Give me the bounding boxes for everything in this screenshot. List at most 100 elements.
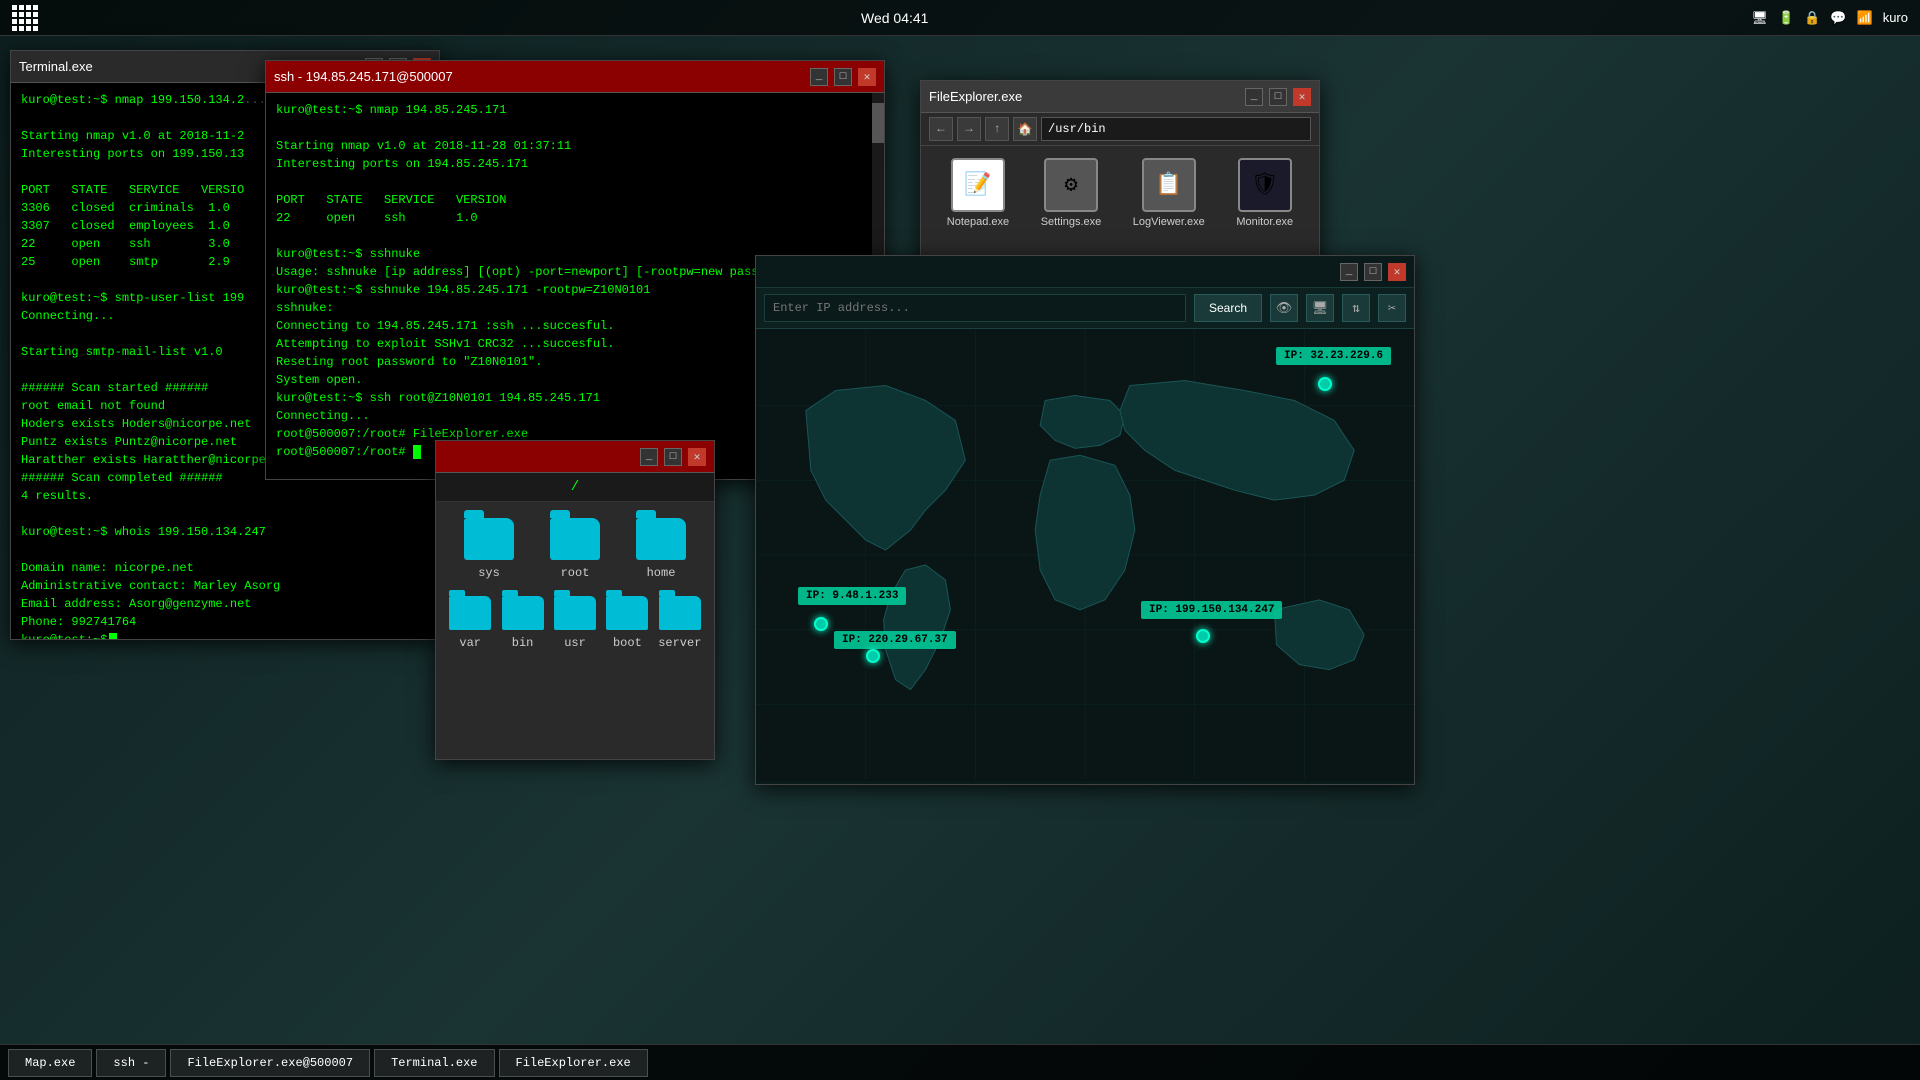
- fe-logviewer-label: LogViewer.exe: [1133, 216, 1205, 228]
- ip-dot-1: [1318, 377, 1332, 391]
- fe-folder-boot-label: boot: [613, 636, 642, 650]
- map-ip-input[interactable]: [764, 294, 1186, 322]
- fe-item-notepad[interactable]: 📝 Notepad.exe: [947, 158, 1009, 228]
- ssh-maximize[interactable]: □: [834, 68, 852, 86]
- fe-folder-home-label: home: [647, 566, 676, 580]
- ssh-close[interactable]: ✕: [858, 68, 876, 86]
- folder-icon-root: [550, 518, 600, 560]
- taskbar-btn-ssh[interactable]: ssh -: [96, 1049, 166, 1077]
- fe-main-title: FileExplorer.exe: [929, 89, 1022, 104]
- fe-folder-boot[interactable]: boot: [605, 596, 649, 650]
- map-titlebar[interactable]: _ □ ✕: [756, 256, 1414, 288]
- map-maximize[interactable]: □: [1364, 263, 1382, 281]
- ssh-scrollbar-thumb[interactable]: [872, 103, 884, 143]
- taskbar-btn-terminal[interactable]: Terminal.exe: [374, 1049, 494, 1077]
- map-screen-btn[interactable]: 🖥: [1306, 294, 1334, 322]
- fe-main-controls[interactable]: _ □ ✕: [1245, 88, 1311, 106]
- settings-icon: ⚙: [1044, 158, 1098, 212]
- ssh-line-7: 22 open ssh 1.0: [276, 209, 874, 227]
- ssh-controls[interactable]: _ □ ✕: [810, 68, 876, 86]
- fe-main-close[interactable]: ✕: [1293, 88, 1311, 106]
- terminal-line-25: kuro@test:~$ whois 199.150.134.247: [21, 523, 429, 541]
- fe-top-folder-grid: sys root home: [436, 502, 714, 596]
- ssh-minimize[interactable]: _: [810, 68, 828, 86]
- fe-main-toolbar: ← → ↑ 🏠: [921, 113, 1319, 146]
- fe-item-logviewer[interactable]: 📋 LogViewer.exe: [1133, 158, 1205, 228]
- map-toolbar: Search 👁 🖥 ⇅ ✂: [756, 288, 1414, 329]
- fe-path-input[interactable]: [1041, 117, 1311, 141]
- fe-settings-label: Settings.exe: [1041, 216, 1102, 228]
- fe-small-close[interactable]: ✕: [688, 448, 706, 466]
- map-search-button[interactable]: Search: [1194, 294, 1262, 322]
- ssh-line-3: Starting nmap v1.0 at 2018-11-28 01:37:1…: [276, 137, 874, 155]
- ssh-title: ssh - 194.85.245.171@500007: [274, 69, 453, 84]
- map-close[interactable]: ✕: [1388, 263, 1406, 281]
- taskbar-left-icons: [12, 5, 38, 31]
- ip-marker-2: IP: 9.48.1.233: [798, 587, 906, 605]
- terminal-line-30: Phone: 992741764: [21, 613, 429, 631]
- fe-main-titlebar[interactable]: FileExplorer.exe _ □ ✕: [921, 81, 1319, 113]
- folder-icon-usr: [554, 596, 596, 630]
- fe-folder-server[interactable]: server: [658, 596, 702, 650]
- taskbar-bottom: Map.exe ssh - FileExplorer.exe@500007 Te…: [0, 1044, 1920, 1080]
- fe-item-monitor[interactable]: 🛡 Monitor.exe: [1236, 158, 1293, 228]
- map-minimize[interactable]: _: [1340, 263, 1358, 281]
- fe-folder-bin[interactable]: bin: [500, 596, 544, 650]
- ip-dot-3: [866, 649, 880, 663]
- fe-folder-var[interactable]: var: [448, 596, 492, 650]
- fe-small-maximize[interactable]: □: [664, 448, 682, 466]
- map-content: IP: 32.23.229.6 IP: 9.48.1.233 IP: 220.2…: [756, 329, 1414, 781]
- fe-notepad-label: Notepad.exe: [947, 216, 1009, 228]
- terminal-line-27: Domain name: nicorpe.net: [21, 559, 429, 577]
- map-controls[interactable]: _ □ ✕: [1340, 263, 1406, 281]
- map-window: _ □ ✕ Search 👁 🖥 ⇅ ✂: [755, 255, 1415, 785]
- fe-folder-bin-label: bin: [512, 636, 534, 650]
- fe-small-controls[interactable]: _ □ ✕: [640, 448, 706, 466]
- fe-back-btn[interactable]: ←: [929, 117, 953, 141]
- ip-dot-2: [814, 617, 828, 631]
- terminal-line-29: Email address: Asorg@genzyme.net: [21, 595, 429, 613]
- fe-small-minimize[interactable]: _: [640, 448, 658, 466]
- fe-main-maximize[interactable]: □: [1269, 88, 1287, 106]
- chat-icon: 💬: [1830, 10, 1846, 26]
- map-cut-btn[interactable]: ✂: [1378, 294, 1406, 322]
- fe-main-minimize[interactable]: _: [1245, 88, 1263, 106]
- ssh-line-6: PORT STATE SERVICE VERSION: [276, 191, 874, 209]
- fe-up-btn[interactable]: ↑: [985, 117, 1009, 141]
- fe-monitor-label: Monitor.exe: [1236, 216, 1293, 228]
- ip-marker-1: IP: 32.23.229.6: [1276, 347, 1391, 365]
- fe-icons-grid: 📝 Notepad.exe ⚙ Settings.exe 📋 LogViewer…: [921, 146, 1319, 240]
- lock-icon: 🔒: [1804, 10, 1820, 26]
- terminal-line-31: kuro@test:~$: [21, 631, 429, 639]
- map-share-btn[interactable]: ⇅: [1342, 294, 1370, 322]
- map-eye-btn[interactable]: 👁: [1270, 294, 1298, 322]
- fe-item-settings[interactable]: ⚙ Settings.exe: [1041, 158, 1102, 228]
- wifi-icon: 📶: [1857, 10, 1873, 26]
- logviewer-icon: 📋: [1142, 158, 1196, 212]
- ip-marker-3: IP: 220.29.67.37: [834, 631, 956, 649]
- apps-grid-icon[interactable]: [12, 5, 38, 31]
- terminal-title: Terminal.exe: [19, 59, 93, 74]
- fe-folder-sys[interactable]: sys: [452, 518, 526, 580]
- fe-folder-home[interactable]: home: [624, 518, 698, 580]
- ssh-titlebar[interactable]: ssh - 194.85.245.171@500007 _ □ ✕: [266, 61, 884, 93]
- ip-dot-4: [1196, 629, 1210, 643]
- fe-folder-usr[interactable]: usr: [553, 596, 597, 650]
- fe-home-btn[interactable]: 🏠: [1013, 117, 1037, 141]
- fe-small-titlebar[interactable]: _ □ ✕: [436, 441, 714, 473]
- folder-icon-boot: [606, 596, 648, 630]
- ip-marker-4: IP: 199.150.134.247: [1141, 601, 1282, 619]
- taskbar-btn-fe2[interactable]: FileExplorer.exe: [499, 1049, 648, 1077]
- ssh-line-1: kuro@test:~$ nmap 194.85.245.171: [276, 101, 874, 119]
- fe-forward-btn[interactable]: →: [957, 117, 981, 141]
- folder-icon-home: [636, 518, 686, 560]
- terminal-line-28: Administrative contact: Marley Asorg: [21, 577, 429, 595]
- monitor-icon: 🛡: [1238, 158, 1292, 212]
- screen-icon: 🖥: [1751, 10, 1768, 26]
- fe-folder-root[interactable]: root: [538, 518, 612, 580]
- battery-icon: 🔋: [1778, 10, 1794, 26]
- taskbar-btn-map[interactable]: Map.exe: [8, 1049, 92, 1077]
- ssh-line-8: [276, 227, 874, 245]
- taskbar-btn-fe1[interactable]: FileExplorer.exe@500007: [170, 1049, 370, 1077]
- user-label: kuro: [1883, 10, 1908, 25]
